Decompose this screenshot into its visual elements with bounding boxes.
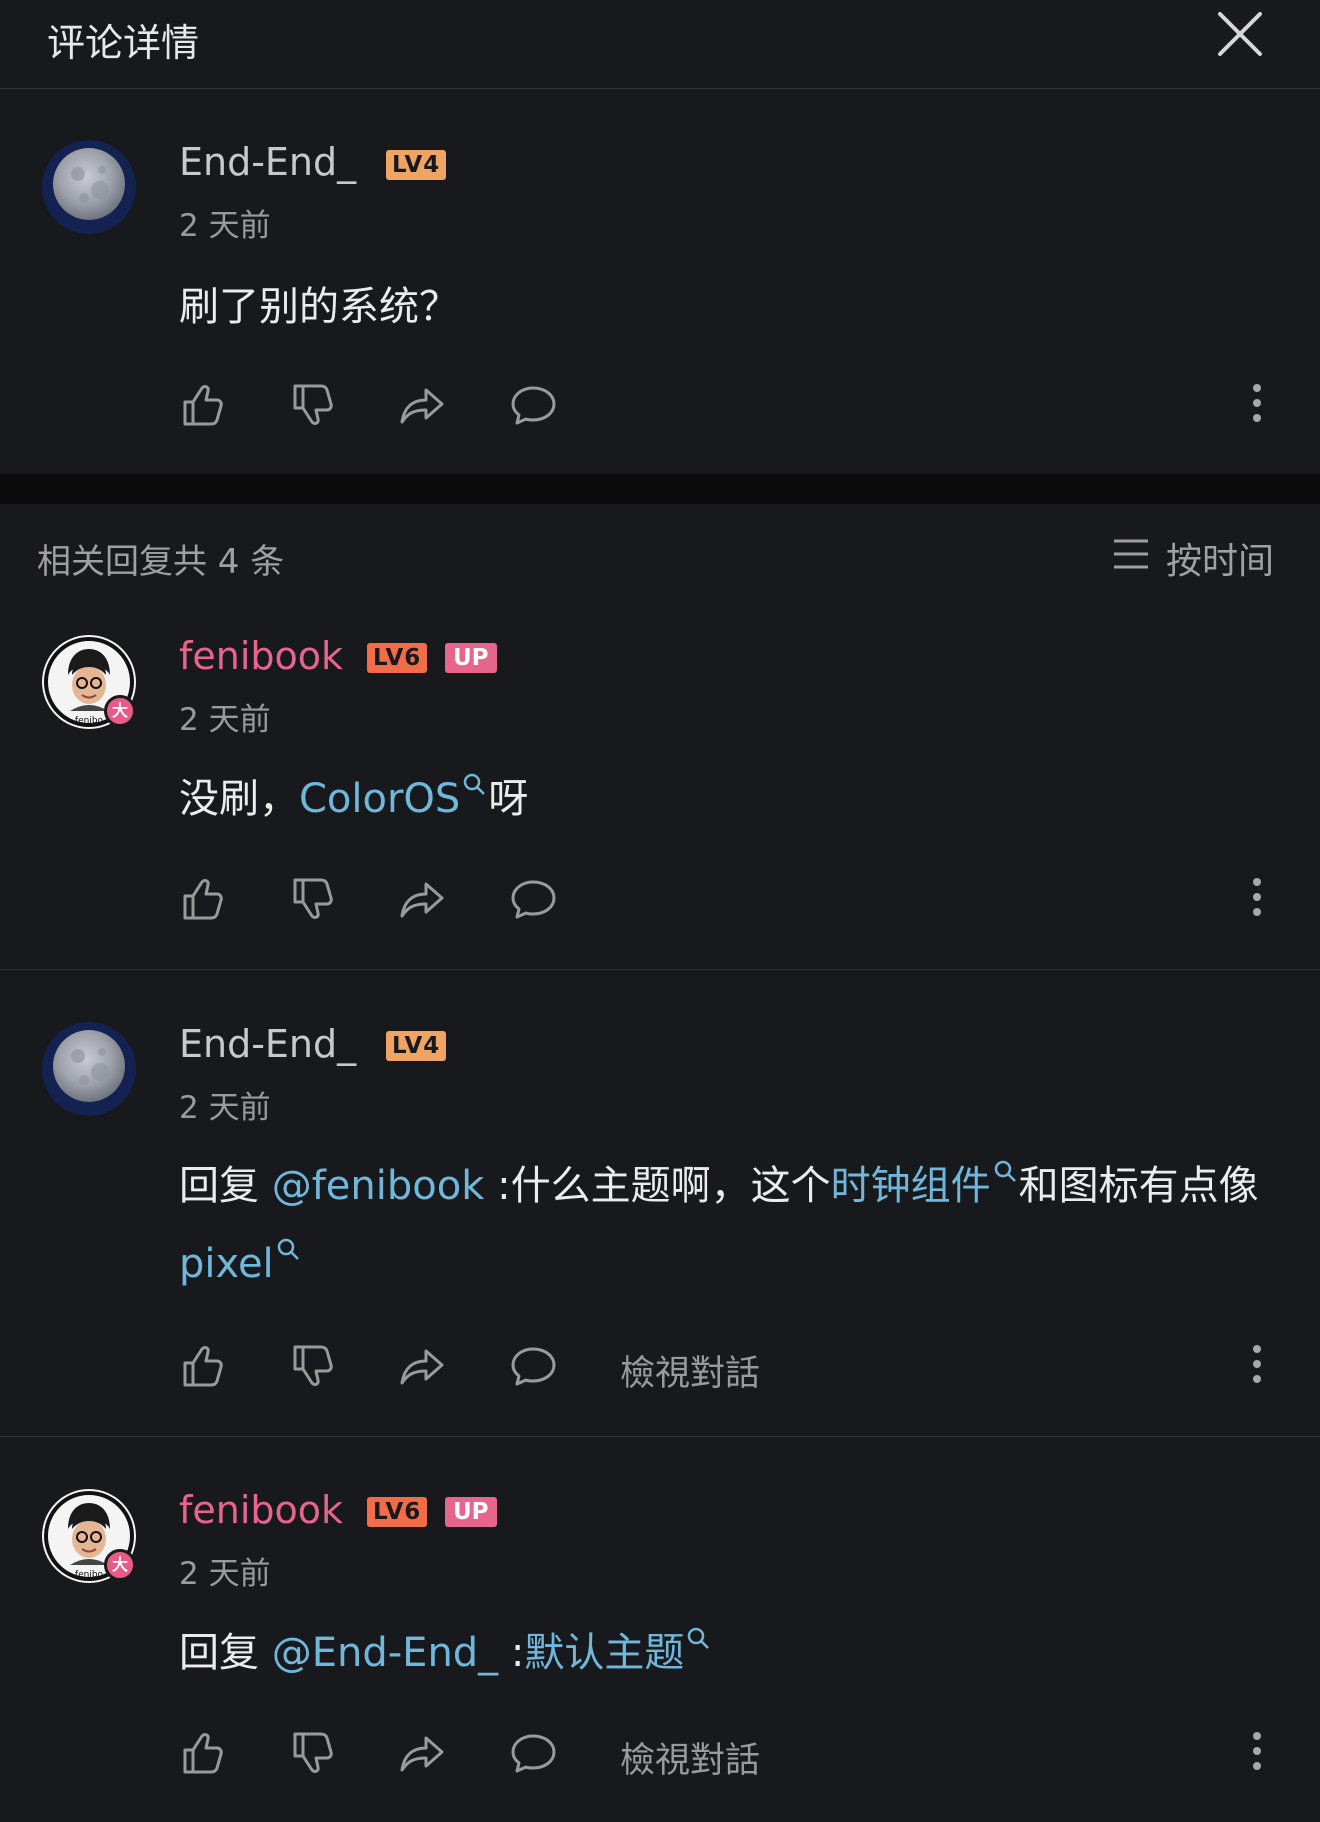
comment-icon[interactable] <box>508 1341 558 1391</box>
level-badge: LV4 <box>386 1031 447 1061</box>
level-badge: LV6 <box>367 643 428 673</box>
share-icon[interactable] <box>398 380 448 430</box>
comment-actions: 檢視對話 <box>0 1335 1320 1395</box>
replies-count: 相关回复共 4 条 <box>37 542 285 582</box>
mention-link[interactable]: @End-End_ <box>272 1630 498 1676</box>
search-icon[interactable] <box>993 1159 1017 1183</box>
thumbs-up-icon[interactable] <box>177 1728 227 1778</box>
more-vertical-icon[interactable] <box>1245 378 1269 428</box>
sort-lines-icon <box>1112 538 1150 570</box>
comment-time: 2 天前 <box>179 208 271 244</box>
thumbs-down-icon[interactable] <box>287 1728 337 1778</box>
more-vertical-icon[interactable] <box>1245 1726 1269 1776</box>
thumbs-down-icon[interactable] <box>287 874 337 924</box>
more-vertical-icon[interactable] <box>1245 872 1269 922</box>
sort-label: 按时间 <box>1166 541 1275 582</box>
divider <box>0 1436 1320 1437</box>
share-icon[interactable] <box>398 1341 448 1391</box>
view-conversation-link[interactable]: 檢視對話 <box>620 1345 760 1396</box>
replies-header: 相关回复共 4 条 按时间 <box>0 504 1320 604</box>
up-badge: UP <box>445 1497 497 1527</box>
username[interactable]: End-End_ <box>179 140 356 184</box>
level-badge: LV4 <box>386 150 447 180</box>
text-segment: 和图标有点像 <box>1018 1163 1259 1209</box>
share-icon[interactable] <box>398 1728 448 1778</box>
page-title: 评论详情 <box>47 21 200 65</box>
thumbs-up-icon[interactable] <box>177 874 227 924</box>
comment-time: 2 天前 <box>179 1090 271 1126</box>
avatar[interactable]: fenibo 大 <box>42 635 136 729</box>
close-icon[interactable] <box>1214 8 1266 60</box>
thumbs-down-icon[interactable] <box>287 380 337 430</box>
text-segment: : <box>498 1630 525 1676</box>
comment-text: 回复 @fenibook :什么主题啊，这个时钟组件 和图标有点像 pixel <box>179 1147 1289 1303</box>
text-segment: :什么主题啊，这个 <box>484 1163 831 1209</box>
thumbs-down-icon[interactable] <box>287 1341 337 1391</box>
comment-time: 2 天前 <box>179 702 271 738</box>
comment-time: 2 天前 <box>179 1556 271 1592</box>
mention-link[interactable]: @fenibook <box>272 1163 485 1209</box>
comment-actions <box>0 374 1320 434</box>
username[interactable]: fenibook <box>179 634 343 678</box>
comment-actions: 檢視對話 <box>0 1722 1320 1782</box>
avatar[interactable] <box>42 1022 136 1116</box>
level-badge: LV6 <box>367 1497 428 1527</box>
avatar-badge: 大 <box>104 1549 136 1581</box>
more-vertical-icon[interactable] <box>1245 1339 1269 1389</box>
text-segment: 呀 <box>488 776 529 822</box>
svg-text:fenibo: fenibo <box>75 1570 104 1580</box>
comment-text: 回复 @End-End_ :默认主题 <box>179 1614 1289 1692</box>
comment-icon[interactable] <box>508 380 558 430</box>
text-segment: 回复 <box>179 1163 272 1209</box>
header-bar: 评论详情 <box>0 0 1320 89</box>
text-segment: 回复 <box>179 1630 272 1676</box>
share-icon[interactable] <box>398 874 448 924</box>
comment-icon[interactable] <box>508 874 558 924</box>
up-badge: UP <box>445 643 497 673</box>
search-link[interactable]: 时钟组件 <box>831 1163 991 1209</box>
comment-icon[interactable] <box>508 1728 558 1778</box>
username[interactable]: fenibook <box>179 1488 343 1532</box>
avatar[interactable] <box>42 140 136 234</box>
search-icon[interactable] <box>686 1626 710 1650</box>
text-segment: 没刷， <box>179 776 299 822</box>
view-conversation-link[interactable]: 檢視對話 <box>620 1732 760 1783</box>
comment-actions <box>0 868 1320 928</box>
divider <box>0 969 1320 970</box>
comment-text: 没刷，ColorOS 呀 <box>179 760 1289 838</box>
comment-text: 刷了别的系统？ <box>179 284 459 330</box>
avatar-badge: 大 <box>104 695 136 727</box>
search-link[interactable]: ColorOS <box>299 776 460 822</box>
search-icon[interactable] <box>276 1237 300 1261</box>
avatar[interactable]: fenibo 大 <box>42 1489 136 1583</box>
search-link[interactable]: pixel <box>179 1241 274 1287</box>
thumbs-up-icon[interactable] <box>177 1341 227 1391</box>
thumbs-up-icon[interactable] <box>177 380 227 430</box>
section-divider <box>0 474 1320 504</box>
svg-text:fenibo: fenibo <box>75 716 104 726</box>
search-link[interactable]: 默认主题 <box>524 1630 684 1676</box>
search-icon[interactable] <box>462 772 486 796</box>
username[interactable]: End-End_ <box>179 1022 356 1066</box>
